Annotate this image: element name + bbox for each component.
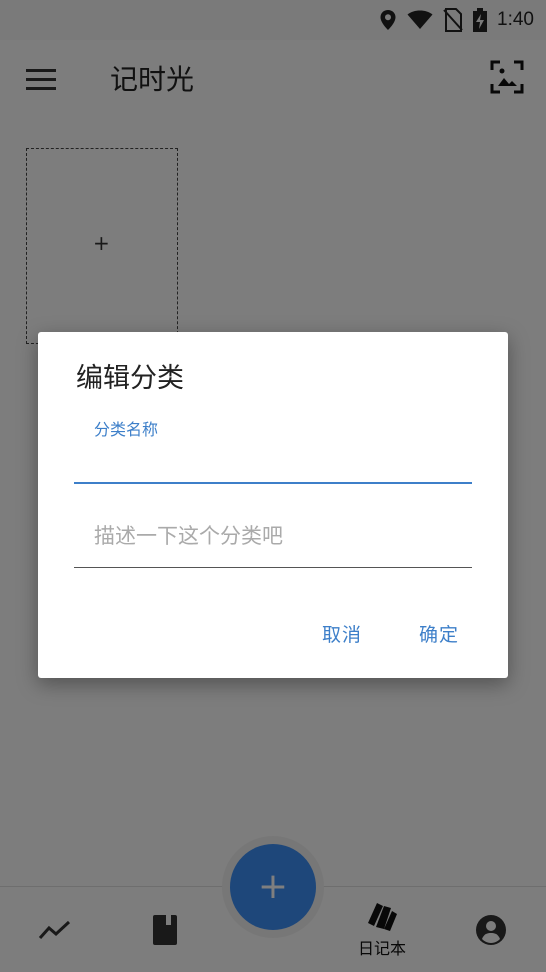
edit-category-dialog: 编辑分类 分类名称 取消 确定: [38, 332, 508, 678]
confirm-button[interactable]: 确定: [419, 620, 459, 647]
category-name-label: 分类名称: [94, 420, 159, 439]
cancel-button[interactable]: 取消: [322, 620, 362, 647]
category-description-input[interactable]: [74, 504, 472, 568]
category-name-input[interactable]: [74, 442, 472, 484]
dialog-title: 编辑分类: [76, 363, 184, 394]
